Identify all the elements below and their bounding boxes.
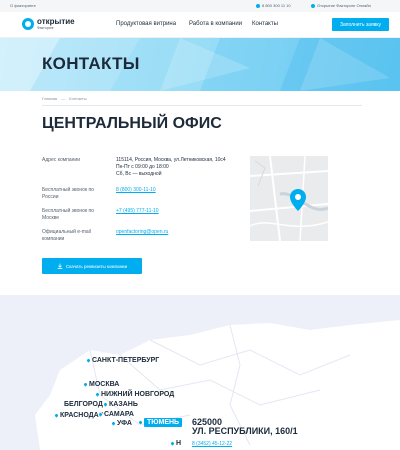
top-utility-bar: О факторинге 8 800 300 11 10 Открытие Фа… [0, 0, 400, 12]
breadcrumb-current: Контакты [69, 96, 87, 101]
city-samara[interactable]: САМАРА [96, 410, 134, 419]
main-header: открытие Факторинг Продуктовая витрина Р… [0, 12, 400, 38]
nav-careers[interactable]: Работа в компании [189, 21, 242, 27]
breadcrumb-home[interactable]: Главная [42, 96, 57, 101]
city-ufa[interactable]: УФА [109, 419, 132, 428]
city-krasnodar[interactable]: КРАСНОДАР [52, 411, 103, 420]
city-partial[interactable]: Н [168, 439, 181, 448]
office-map[interactable] [250, 156, 328, 241]
nav-contacts[interactable]: Контакты [252, 21, 278, 27]
selected-office-phone[interactable]: 8 (3452) 45-12-22 [192, 441, 232, 447]
user-icon [311, 3, 315, 8]
address-line: 115114, Россия, Москва, ул.Летниковская,… [116, 157, 226, 163]
nav-product-showcase[interactable]: Продуктовая витрина [116, 21, 176, 27]
online-service-link[interactable]: Открытие Факторинг Онлайн [311, 3, 371, 8]
logo-icon [22, 18, 34, 31]
city-belgorod[interactable]: БЕЛГОРОД [64, 401, 103, 408]
location-pin-icon [81, 380, 90, 389]
city-nizhny-novgorod[interactable]: НИЖНИЙ НОВГОРОД [93, 390, 174, 399]
company-logo[interactable]: открытие Факторинг [22, 18, 75, 31]
hours-line: Пн-Пт с 09:00 до 18:00 [116, 164, 169, 170]
download-label: Скачать реквизиты компании [65, 263, 128, 269]
logo-name: открытие [37, 17, 75, 26]
location-pin-icon [52, 411, 61, 420]
online-service-text: Открытие Факторинг Онлайн [317, 3, 371, 8]
russia-phone-link[interactable]: 8 (800) 300-11-10 [116, 187, 228, 194]
phone-icon [256, 3, 260, 8]
download-requisites-button[interactable]: Скачать реквизиты компании [42, 258, 142, 274]
location-pin-icon [168, 439, 177, 448]
city-tyumen[interactable]: ТЮМЕНЬ [136, 418, 183, 427]
email-link[interactable]: openfactoring@open.ru [116, 229, 228, 236]
city-kazan[interactable]: КАЗАНЬ [101, 400, 138, 409]
page-title: КОНТАКТЫ [42, 54, 140, 73]
location-pin-icon [93, 390, 102, 399]
top-phone-link[interactable]: 8 800 300 11 10 [256, 3, 291, 8]
location-pin-icon [84, 356, 93, 365]
location-pin-icon [96, 410, 105, 419]
location-pin-icon [136, 418, 145, 427]
city-moscow[interactable]: МОСКВА [81, 380, 119, 389]
submit-application-button[interactable]: Заполнить заявку [332, 18, 389, 31]
address-label: Адрес компании [42, 157, 81, 163]
russia-phone-label: Бесплатный звонок по России [42, 187, 94, 200]
breadcrumb-separator: — [61, 96, 66, 101]
regions-map: САНКТ-ПЕТЕРБУРГ МОСКВА НИЖНИЙ НОВГОРОД Б… [0, 295, 400, 450]
map-pin-icon [290, 189, 306, 211]
moscow-phone-label: Бесплатный звонок по Москве [42, 208, 94, 221]
weekend-line: Сб, Вс — выходной [116, 171, 162, 177]
about-factoring-link[interactable]: О факторинге [10, 3, 36, 8]
location-pin-icon [109, 419, 118, 428]
location-pin-icon [101, 400, 110, 409]
top-phone-text: 8 800 300 11 10 [262, 3, 291, 8]
hero-banner: КОНТАКТЫ [0, 38, 400, 91]
selected-office-address: УЛ. РЕСПУБЛИКИ, 160/1 [192, 426, 298, 436]
office-title: ЦЕНТРАЛЬНЫЙ ОФИС [42, 115, 222, 132]
breadcrumb: Главная — Контакты [42, 96, 87, 101]
city-saint-petersburg[interactable]: САНКТ-ПЕТЕРБУРГ [84, 356, 159, 365]
address-value: 115114, Россия, Москва, ул.Летниковская,… [116, 157, 228, 178]
moscow-phone-link[interactable]: +7 (495) 777-11-10 [116, 208, 228, 215]
divider [42, 105, 362, 106]
download-icon [57, 263, 63, 269]
logo-subtitle: Факторинг [37, 26, 54, 30]
email-label: Официальный e-mail компании [42, 229, 91, 242]
